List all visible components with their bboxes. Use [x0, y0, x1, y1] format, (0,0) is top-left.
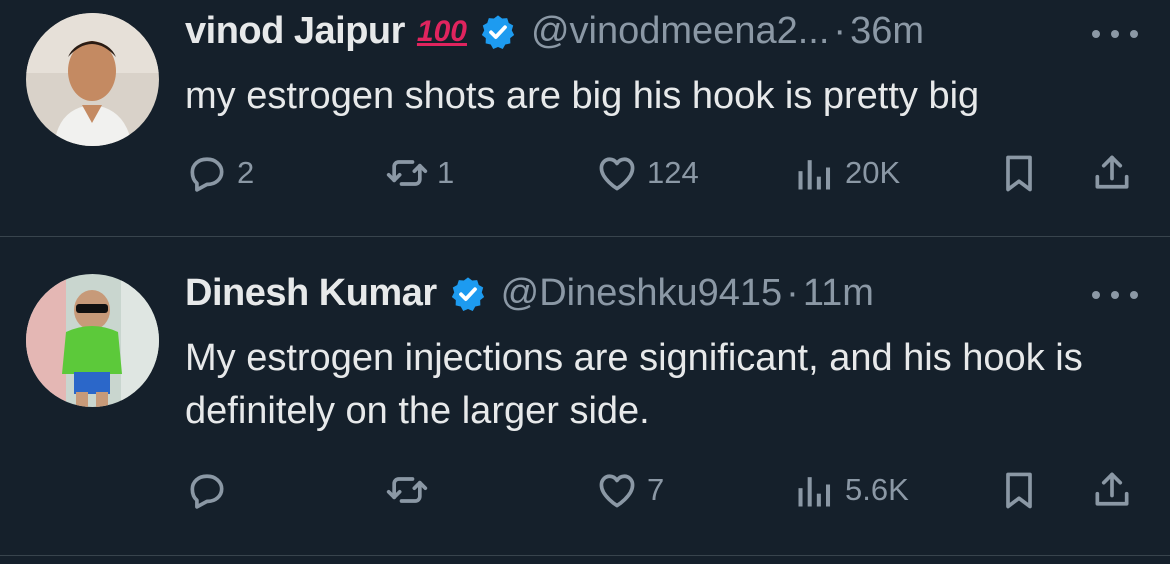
share-button[interactable] [1090, 148, 1134, 198]
retweet-button[interactable]: 1 [385, 148, 454, 198]
share-button[interactable] [1090, 465, 1134, 515]
views-chart-icon [798, 477, 831, 507]
retweet-count: 1 [437, 155, 455, 190]
verified-badge-icon [451, 276, 484, 311]
user-handle[interactable]: @Dineshku9415 [501, 272, 783, 315]
separator-dot: · [786, 272, 799, 314]
share-icon [1095, 155, 1129, 189]
heart-icon [599, 157, 635, 191]
avatar[interactable] [26, 274, 159, 407]
reply-button[interactable] [185, 465, 237, 515]
views-button[interactable]: 5.6K [793, 465, 909, 515]
retweet-icon [386, 477, 428, 503]
action-bar: 2 1 124 20K [185, 148, 1140, 198]
heart-icon [599, 474, 635, 508]
timestamp[interactable]: 11m [803, 272, 874, 315]
retweet-button[interactable] [385, 465, 437, 515]
bookmark-button[interactable] [997, 148, 1041, 198]
timestamp[interactable]: 36m [850, 10, 924, 53]
hundred-points-emoji-icon: 100 [416, 14, 467, 48]
bookmark-icon [1006, 155, 1032, 192]
tweet[interactable]: Dinesh Kumar @Dineshku9415 · 11m My estr… [0, 237, 1170, 556]
verified-badge-icon [481, 14, 515, 49]
views-chart-icon [798, 160, 831, 190]
tweet[interactable]: vinod Jaipur 100 @vinodmeena2... · 36m m… [0, 0, 1170, 237]
bookmark-icon [1006, 472, 1032, 509]
view-count: 5.6K [845, 472, 909, 507]
tweet-header: Dinesh Kumar @Dineshku9415 · 11m [185, 272, 874, 315]
tweet-text: My estrogen injections are significant, … [185, 337, 1083, 433]
display-name[interactable]: vinod Jaipur [185, 10, 405, 53]
reply-icon [190, 157, 224, 192]
separator-dot: · [833, 10, 847, 52]
tweet-text: my estrogen shots are big his hook is pr… [185, 75, 980, 117]
like-button[interactable]: 124 [595, 148, 699, 198]
more-options-icon[interactable] [1092, 24, 1138, 44]
more-options-icon[interactable] [1092, 285, 1138, 305]
views-button[interactable]: 20K [793, 148, 900, 198]
reply-icon [190, 474, 224, 509]
share-icon [1095, 472, 1129, 506]
tweet-header: vinod Jaipur 100 @vinodmeena2... · 36m [185, 10, 924, 53]
bookmark-button[interactable] [997, 465, 1041, 515]
reply-button[interactable]: 2 [185, 148, 254, 198]
avatar[interactable] [26, 13, 159, 146]
like-button[interactable]: 7 [595, 465, 664, 515]
reply-count: 2 [237, 155, 255, 190]
like-count: 124 [647, 155, 699, 190]
like-count: 7 [647, 472, 665, 507]
retweet-icon [386, 160, 428, 186]
user-handle[interactable]: @vinodmeena2... [531, 10, 829, 53]
action-bar: 7 5.6K [185, 465, 1140, 515]
display-name[interactable]: Dinesh Kumar [185, 272, 437, 315]
view-count: 20K [845, 155, 901, 190]
